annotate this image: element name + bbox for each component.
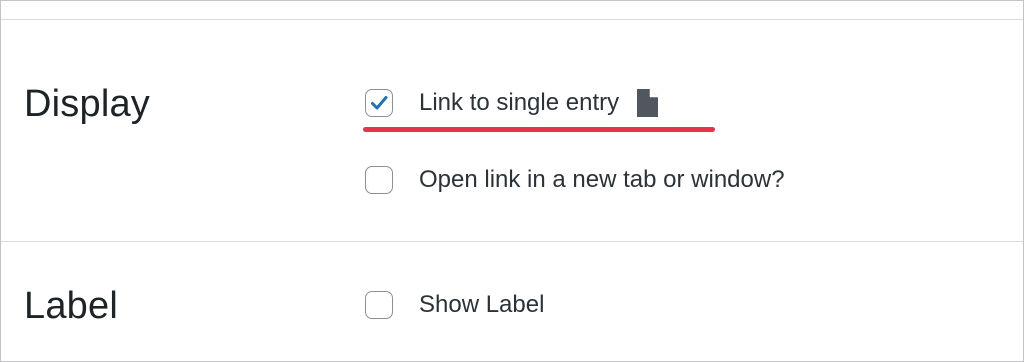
top-divider bbox=[1, 19, 1023, 20]
show-label-option[interactable]: Show Label bbox=[365, 291, 544, 319]
open-in-new-tab-option[interactable]: Open link in a new tab or window? bbox=[365, 166, 785, 194]
link-to-single-entry-option[interactable]: Link to single entry bbox=[365, 88, 659, 118]
document-icon bbox=[635, 88, 659, 118]
link-to-single-entry-label: Link to single entry bbox=[419, 89, 620, 116]
open-in-new-tab-checkbox[interactable] bbox=[365, 166, 393, 194]
highlight-underline bbox=[363, 127, 715, 132]
section-divider bbox=[1, 241, 1023, 242]
link-to-single-entry-checkbox[interactable] bbox=[365, 89, 393, 117]
show-label-checkbox[interactable] bbox=[365, 291, 393, 319]
display-section-heading: Display bbox=[24, 83, 150, 125]
checkmark-icon bbox=[371, 96, 388, 110]
settings-panel: Display Link to single entry Open link i… bbox=[0, 0, 1024, 362]
label-section-heading: Label bbox=[24, 285, 118, 327]
open-in-new-tab-label: Open link in a new tab or window? bbox=[419, 166, 785, 193]
show-label-label: Show Label bbox=[419, 291, 545, 318]
